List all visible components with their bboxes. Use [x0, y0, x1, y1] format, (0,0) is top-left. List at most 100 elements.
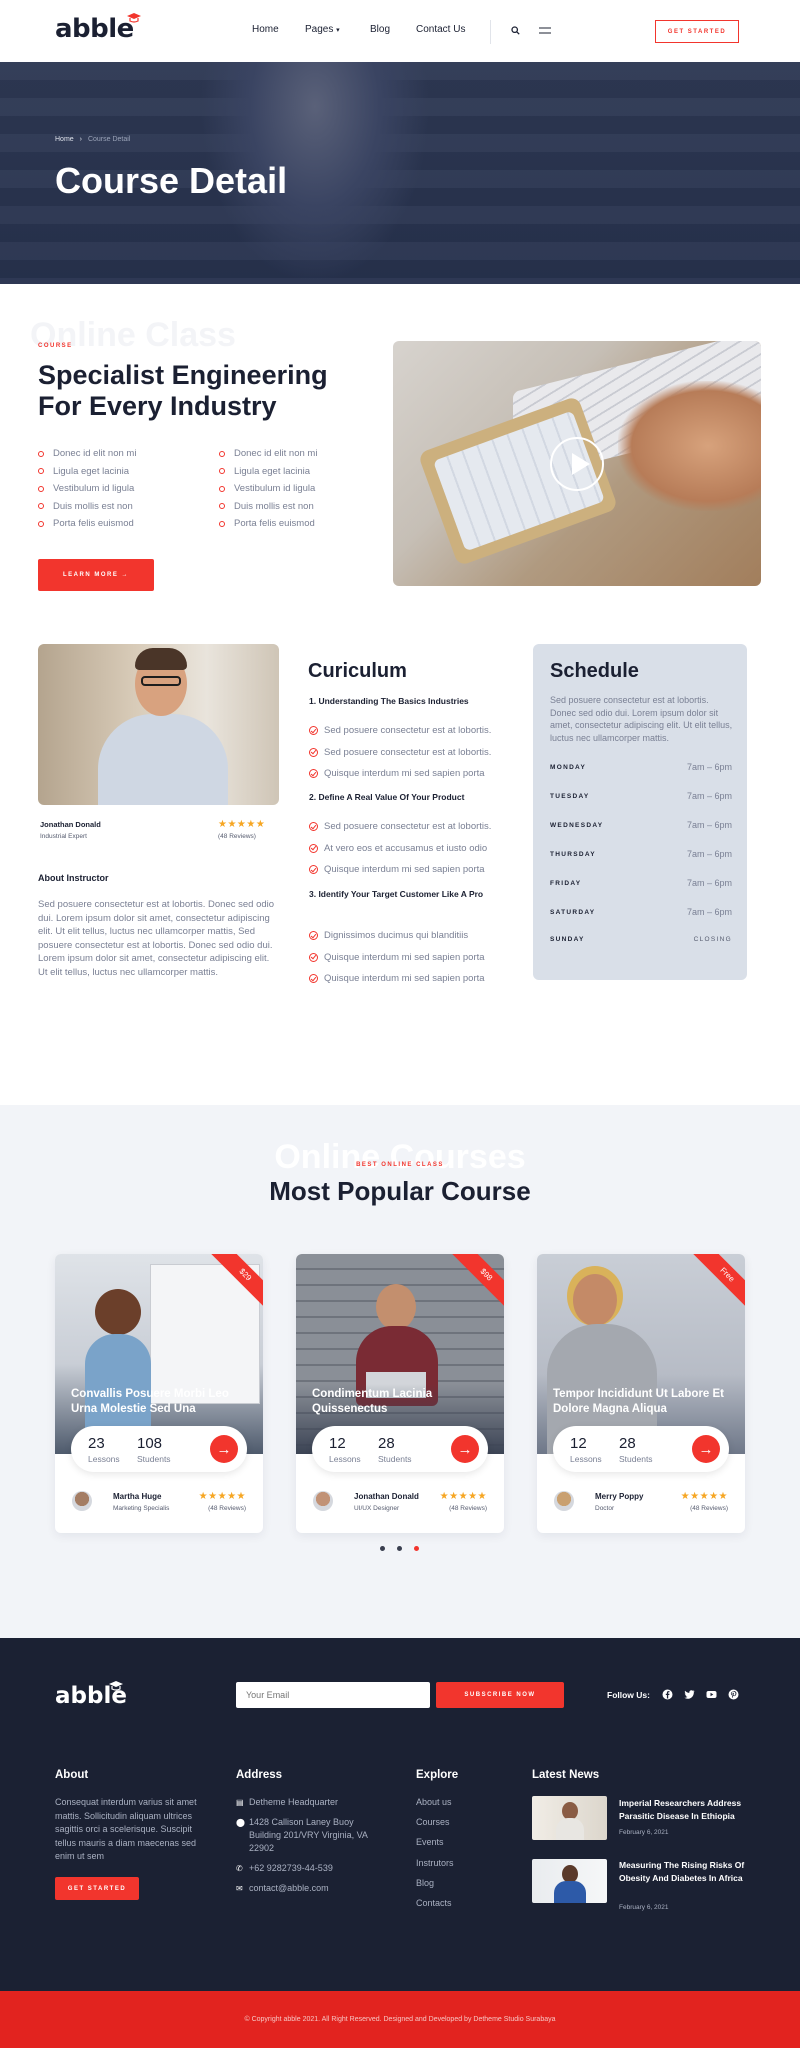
subscribe-button[interactable]: SUBSCRIBE NOW	[436, 1682, 564, 1708]
course-video[interactable]	[393, 341, 761, 586]
list-item: Vestibulum id ligula	[219, 480, 317, 498]
list-item: Sed posuere consectetur est at lobortis.	[309, 742, 491, 764]
nav-home[interactable]: Home	[252, 24, 279, 35]
course-title[interactable]: Condimentum Lacinia Quissenectus	[312, 1387, 488, 1417]
nav-blog[interactable]: Blog	[370, 24, 390, 35]
course-stats: 12 Lessons 28 Students →	[312, 1426, 488, 1472]
course-image	[55, 1254, 263, 1454]
facebook-icon[interactable]	[662, 1689, 673, 1700]
review-count: (48 Reviews)	[218, 833, 256, 840]
check-circle-icon	[309, 726, 318, 736]
bullet-icon	[219, 503, 225, 510]
footer-link-about[interactable]: About us	[416, 1797, 452, 1807]
twitter-icon[interactable]	[684, 1689, 695, 1700]
rating-stars: ★★★★★	[198, 1491, 246, 1502]
list-item: Quisque interdum mi sed sapien porta	[309, 947, 485, 969]
check-circle-icon	[309, 747, 318, 757]
schedule-title: Schedule	[550, 660, 639, 682]
footer-link-courses[interactable]: Courses	[416, 1817, 450, 1827]
course-stats: 12 Lessons 28 Students →	[553, 1426, 729, 1472]
footer-explore-title: Explore	[416, 1769, 459, 1781]
course-card[interactable]: Free Tempor Incididunt Ut Labore Et Dolo…	[537, 1254, 745, 1533]
schedule-row: WEDNESDAY 7am – 6pm	[550, 820, 732, 830]
feature-list-right: Donec id elit non mi Ligula eget lacinia…	[219, 445, 317, 533]
list-item: Donec id elit non mi	[38, 445, 136, 463]
schedule-text: Sed posuere consectetur est at lobortis.…	[550, 695, 733, 743]
footer-link-events[interactable]: Events	[416, 1837, 444, 1847]
check-circle-icon	[309, 843, 318, 853]
rating-stars: ★★★★★	[218, 819, 266, 830]
list-item: Duis mollis est non	[219, 498, 317, 516]
list-item: Porta felis euismod	[219, 515, 317, 533]
carousel-dot[interactable]	[397, 1546, 402, 1551]
course-title-line1: Specialist Engineering	[38, 360, 328, 390]
pinterest-icon[interactable]	[728, 1689, 739, 1700]
learn-more-button[interactable]: LEARN MORE →	[38, 559, 154, 591]
review-count: (48 Reviews)	[449, 1505, 487, 1512]
curriculum-section-1: 1. Understanding The Basics Industries	[309, 696, 469, 706]
logo[interactable]: abble	[55, 13, 141, 44]
newsletter-email-input[interactable]	[236, 1682, 430, 1708]
phone-icon: ✆	[236, 1864, 243, 1873]
arrow-right-icon[interactable]: →	[210, 1435, 238, 1463]
avatar	[72, 1491, 92, 1511]
address-phone: ✆ +62 9282739-44-539	[236, 1863, 333, 1873]
bullet-icon	[38, 520, 44, 527]
search-icon[interactable]	[511, 26, 520, 35]
students-label: Students	[619, 1454, 653, 1464]
address-hq: ▤ Detheme Headquarter	[236, 1797, 339, 1807]
arrow-right-icon[interactable]: →	[451, 1435, 479, 1463]
news-thumbnail[interactable]	[532, 1859, 607, 1903]
get-started-button[interactable]: GET STARTED	[655, 20, 739, 43]
news-thumbnail[interactable]	[532, 1796, 607, 1840]
course-title[interactable]: Convallis Posuere Morbi Leo Urna Molesti…	[71, 1387, 247, 1417]
news-title[interactable]: Measuring The Rising Risks Of Obesity An…	[619, 1859, 747, 1884]
avatar	[313, 1491, 333, 1511]
lessons-count: 12	[329, 1435, 346, 1452]
course-card[interactable]: $98 Condimentum Lacinia Quissenectus 12 …	[296, 1254, 504, 1533]
news-title[interactable]: Imperial Researchers Address Parasitic D…	[619, 1797, 747, 1822]
course-title-line2: For Every Industry	[38, 391, 277, 421]
schedule-row: SATURDAY 7am – 6pm	[550, 907, 732, 917]
footer-link-contacts[interactable]: Contacts	[416, 1898, 452, 1908]
rating-stars: ★★★★★	[439, 1491, 487, 1502]
copyright-text: © Copyright abble 2021. All Right Reserv…	[244, 2016, 556, 2023]
curriculum-list-2: Sed posuere consectetur est at lobortis.…	[309, 816, 491, 881]
check-circle-icon	[309, 952, 318, 962]
footer-get-started-button[interactable]: GET STARTED	[55, 1877, 139, 1900]
instructor-name: Jonathan Donald	[40, 820, 101, 829]
course-card[interactable]: $29 Convallis Posuere Morbi Leo Urna Mol…	[55, 1254, 263, 1533]
nav-pages[interactable]: Pages ▾	[305, 24, 340, 35]
instructor-name: Merry Poppy	[595, 1492, 644, 1501]
ghost-heading: Online Class	[30, 316, 236, 354]
schedule-row: TUESDAY 7am – 6pm	[550, 791, 732, 801]
course-title[interactable]: Tempor Incididunt Ut Labore Et Dolore Ma…	[553, 1387, 729, 1417]
bullet-icon	[38, 503, 44, 510]
schedule-row: MONDAY 7am – 6pm	[550, 762, 732, 772]
play-icon[interactable]	[550, 437, 604, 491]
list-item: Duis mollis est non	[38, 498, 136, 516]
breadcrumb-home[interactable]: Home	[55, 136, 74, 143]
menu-icon[interactable]	[539, 27, 551, 34]
course-image	[537, 1254, 745, 1454]
bullet-icon	[38, 485, 44, 492]
lessons-label: Lessons	[88, 1454, 120, 1464]
arrow-right-icon[interactable]: →	[692, 1435, 720, 1463]
check-circle-icon	[309, 931, 318, 941]
curriculum-section-3: 3. Identify Your Target Customer Like A …	[309, 889, 484, 899]
students-count: 108	[137, 1435, 163, 1452]
list-item: Vestibulum id ligula	[38, 480, 136, 498]
carousel-dot[interactable]	[380, 1546, 385, 1551]
address-email[interactable]: ✉ contact@abble.com	[236, 1883, 329, 1893]
footer-link-instructors[interactable]: Instrutors	[416, 1858, 454, 1868]
list-item: Sed posuere consectetur est at lobortis.	[309, 720, 491, 742]
footer-link-blog[interactable]: Blog	[416, 1878, 434, 1888]
curriculum-list-3: Dignissimos ducimus qui blanditiis Quisq…	[309, 925, 485, 990]
instructor-name: Jonathan Donald	[354, 1492, 419, 1501]
nav-contact[interactable]: Contact Us	[416, 24, 465, 35]
list-item: Ligula eget lacinia	[38, 463, 136, 481]
carousel-dot-active[interactable]	[414, 1546, 419, 1551]
youtube-icon[interactable]	[706, 1689, 717, 1700]
list-item: At vero eos et accusamus et iusto odio	[309, 838, 491, 860]
course-stats: 23 Lessons 108 Students →	[71, 1426, 247, 1472]
